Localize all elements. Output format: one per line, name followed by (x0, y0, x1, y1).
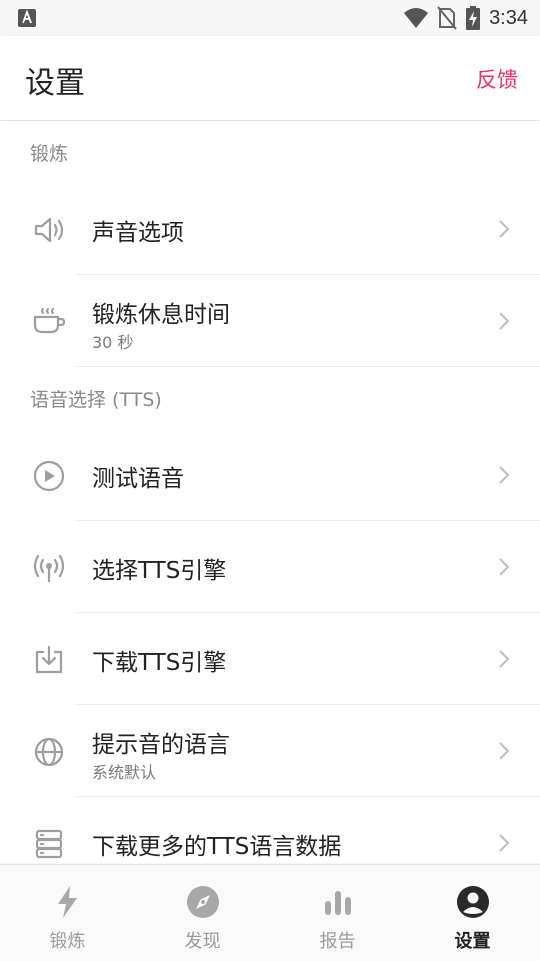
app-notification-icon (18, 9, 36, 27)
database-icon (35, 829, 63, 859)
coffee-cup-icon (33, 307, 66, 334)
prompt-language-row[interactable]: 提示音的语言 系统默认 (0, 705, 540, 797)
row-title: 提示音的语言 (92, 732, 230, 758)
battery-charging-icon (466, 6, 481, 30)
page-title: 设置 (25, 66, 85, 101)
nav-label: 锻炼 (49, 931, 86, 952)
bar-chart-icon (324, 891, 351, 915)
nav-tab-report[interactable]: 报告 (270, 865, 405, 961)
clock: 3:34 (489, 6, 528, 29)
row-title: 测试语音 (92, 466, 184, 492)
broadcast-icon (33, 554, 65, 583)
row-title: 声音选项 (92, 220, 184, 246)
globe-icon (34, 737, 64, 767)
chevron-right-icon (499, 466, 510, 484)
nav-tab-settings[interactable]: 设置 (405, 865, 540, 961)
chevron-right-icon (499, 558, 510, 576)
row-subtitle: 系统默认 (92, 763, 157, 782)
settings-list: 锻炼 声音选项 锻炼休息时间 30 秒 语音选择 (TTS) 测试语音 选择TT… (0, 121, 540, 863)
chevron-right-icon (499, 650, 510, 668)
play-circle-icon (33, 460, 65, 492)
no-sim-icon (437, 6, 457, 30)
nav-label: 报告 (319, 931, 356, 952)
speaker-icon (34, 217, 64, 243)
app-bar: 设置 反馈 (0, 36, 540, 120)
status-bar: 3:34 (0, 0, 540, 36)
section-header-tts: 语音选择 (TTS) (30, 389, 162, 411)
nav-tab-workout[interactable]: 锻炼 (0, 865, 135, 961)
row-title: 下载更多的TTS语言数据 (92, 834, 342, 860)
chevron-right-icon (499, 834, 510, 852)
profile-icon (456, 886, 489, 918)
download-tts-data-row[interactable]: 下载更多的TTS语言数据 (0, 797, 540, 863)
section-header-workout: 锻炼 (30, 143, 69, 165)
nav-label: 发现 (184, 931, 221, 952)
chevron-right-icon (499, 312, 510, 330)
sound-options-row[interactable]: 声音选项 (0, 183, 540, 275)
nav-label: 设置 (454, 931, 491, 952)
test-voice-row[interactable]: 测试语音 (0, 429, 540, 521)
row-title: 下载TTS引擎 (92, 650, 227, 676)
chevron-right-icon (499, 220, 510, 238)
lightning-icon (57, 886, 77, 918)
compass-icon (186, 886, 219, 918)
download-tts-engine-row[interactable]: 下载TTS引擎 (0, 613, 540, 705)
nav-tab-discover[interactable]: 发现 (135, 865, 270, 961)
rest-time-row[interactable]: 锻炼休息时间 30 秒 (0, 275, 540, 367)
status-icons: 3:34 (403, 5, 528, 31)
choose-tts-engine-row[interactable]: 选择TTS引擎 (0, 521, 540, 613)
divider (76, 366, 540, 367)
row-subtitle: 30 秒 (92, 333, 134, 352)
bottom-navigation: 锻炼 发现 报告 设置 (0, 864, 540, 961)
feedback-button[interactable]: 反馈 (476, 64, 518, 94)
chevron-right-icon (499, 742, 510, 760)
row-title: 锻炼休息时间 (92, 302, 230, 328)
row-title: 选择TTS引擎 (92, 558, 227, 584)
download-tray-icon (35, 645, 63, 674)
wifi-icon (404, 8, 429, 28)
